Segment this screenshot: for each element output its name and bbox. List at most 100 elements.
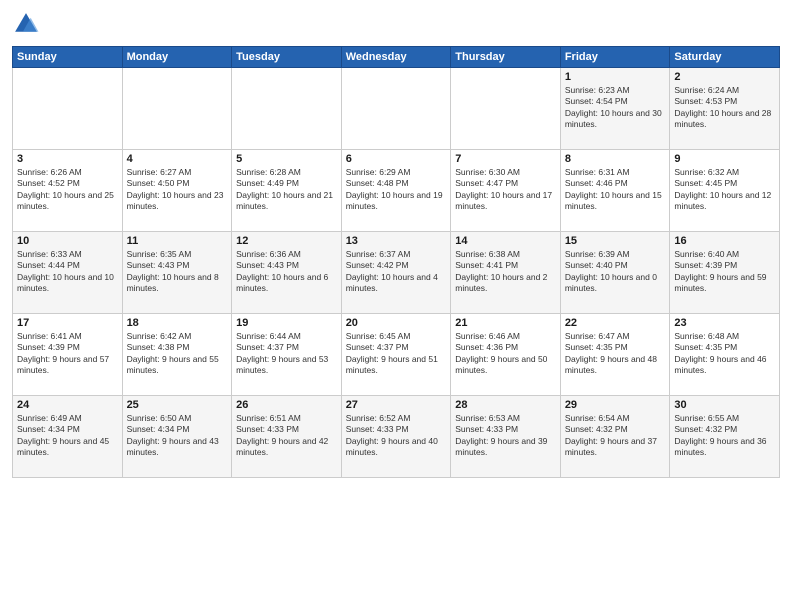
col-header-saturday: Saturday (670, 47, 780, 68)
day-info: Sunrise: 6:36 AM Sunset: 4:43 PM Dayligh… (236, 249, 337, 295)
day-cell: 20Sunrise: 6:45 AM Sunset: 4:37 PM Dayli… (341, 314, 451, 396)
col-header-tuesday: Tuesday (232, 47, 342, 68)
day-cell: 3 Sunrise: 6:26 AM Sunset: 4:52 PM Daylig… (13, 150, 123, 232)
day-info: Sunrise: 6:38 AM Sunset: 4:41 PM Dayligh… (455, 249, 556, 295)
day-cell (122, 68, 232, 150)
day-info: Sunrise: 6:26 AM Sunset: 4:52 PM Dayligh… (17, 167, 118, 213)
col-header-friday: Friday (560, 47, 670, 68)
col-header-monday: Monday (122, 47, 232, 68)
col-header-thursday: Thursday (451, 47, 561, 68)
day-info: Sunrise: 6:47 AM Sunset: 4:35 PM Dayligh… (565, 331, 666, 377)
week-row-4: 24 Sunrise: 6:49 AM Sunset: 4:34 PM Dayli… (13, 396, 780, 478)
day-info: Sunrise: 6:54 AM Sunset: 4:32 PM Dayligh… (565, 413, 666, 459)
day-cell: 6 Sunrise: 6:29 AM Sunset: 4:48 PM Daylig… (341, 150, 451, 232)
day-info: Sunrise: 6:37 AM Sunset: 4:42 PM Dayligh… (346, 249, 447, 295)
day-number: 9 (674, 153, 775, 165)
day-cell (13, 68, 123, 150)
day-info: Sunrise: 6:41 AM Sunset: 4:39 PM Dayligh… (17, 331, 118, 377)
logo-icon (12, 10, 40, 38)
day-number: 14 (455, 235, 556, 247)
day-cell: 18 Sunrise: 6:42 AM Sunset: 4:38 PM Dayli… (122, 314, 232, 396)
day-cell: 2Sunrise: 6:24 AM Sunset: 4:53 PM Daylig… (670, 68, 780, 150)
day-info: Sunrise: 6:35 AM Sunset: 4:43 PM Dayligh… (127, 249, 228, 295)
day-cell: 1 Sunrise: 6:23 AM Sunset: 4:54 PM Daylig… (560, 68, 670, 150)
day-number: 21 (455, 317, 556, 329)
day-info: Sunrise: 6:39 AM Sunset: 4:40 PM Dayligh… (565, 249, 666, 295)
day-number: 8 (565, 153, 666, 165)
day-cell: 26 Sunrise: 6:51 AM Sunset: 4:33 PM Dayli… (232, 396, 342, 478)
day-cell: 21 Sunrise: 6:46 AM Sunset: 4:36 PM Dayli… (451, 314, 561, 396)
logo (12, 10, 44, 38)
day-info: Sunrise: 6:42 AM Sunset: 4:38 PM Dayligh… (127, 331, 228, 377)
col-header-sunday: Sunday (13, 47, 123, 68)
day-info: Sunrise: 6:49 AM Sunset: 4:34 PM Dayligh… (17, 413, 118, 459)
day-cell: 29 Sunrise: 6:54 AM Sunset: 4:32 PM Dayli… (560, 396, 670, 478)
day-cell: 16Sunrise: 6:40 AM Sunset: 4:39 PM Dayli… (670, 232, 780, 314)
day-cell (232, 68, 342, 150)
week-row-2: 10 Sunrise: 6:33 AM Sunset: 4:44 PM Dayli… (13, 232, 780, 314)
day-info: Sunrise: 6:51 AM Sunset: 4:33 PM Dayligh… (236, 413, 337, 459)
day-number: 13 (346, 235, 447, 247)
day-number: 27 (346, 399, 447, 411)
day-info: Sunrise: 6:33 AM Sunset: 4:44 PM Dayligh… (17, 249, 118, 295)
day-number: 26 (236, 399, 337, 411)
day-cell: 7Sunrise: 6:30 AM Sunset: 4:47 PM Daylig… (451, 150, 561, 232)
day-number: 16 (674, 235, 775, 247)
day-cell: 15 Sunrise: 6:39 AM Sunset: 4:40 PM Dayli… (560, 232, 670, 314)
day-cell: 9 Sunrise: 6:32 AM Sunset: 4:45 PM Daylig… (670, 150, 780, 232)
day-number: 28 (455, 399, 556, 411)
day-cell: 4Sunrise: 6:27 AM Sunset: 4:50 PM Daylig… (122, 150, 232, 232)
day-number: 23 (674, 317, 775, 329)
day-number: 11 (127, 235, 228, 247)
page: SundayMondayTuesdayWednesdayThursdayFrid… (0, 0, 792, 612)
day-info: Sunrise: 6:30 AM Sunset: 4:47 PM Dayligh… (455, 167, 556, 213)
day-number: 15 (565, 235, 666, 247)
day-info: Sunrise: 6:32 AM Sunset: 4:45 PM Dayligh… (674, 167, 775, 213)
day-info: Sunrise: 6:46 AM Sunset: 4:36 PM Dayligh… (455, 331, 556, 377)
day-number: 18 (127, 317, 228, 329)
day-cell: 13 Sunrise: 6:37 AM Sunset: 4:42 PM Dayli… (341, 232, 451, 314)
day-info: Sunrise: 6:55 AM Sunset: 4:32 PM Dayligh… (674, 413, 775, 459)
day-info: Sunrise: 6:23 AM Sunset: 4:54 PM Dayligh… (565, 85, 666, 131)
day-info: Sunrise: 6:45 AM Sunset: 4:37 PM Dayligh… (346, 331, 447, 377)
day-cell: 8Sunrise: 6:31 AM Sunset: 4:46 PM Daylig… (560, 150, 670, 232)
week-row-1: 3 Sunrise: 6:26 AM Sunset: 4:52 PM Daylig… (13, 150, 780, 232)
day-cell: 28 Sunrise: 6:53 AM Sunset: 4:33 PM Dayli… (451, 396, 561, 478)
header-row: SundayMondayTuesdayWednesdayThursdayFrid… (13, 47, 780, 68)
day-number: 17 (17, 317, 118, 329)
day-number: 1 (565, 71, 666, 83)
day-info: Sunrise: 6:53 AM Sunset: 4:33 PM Dayligh… (455, 413, 556, 459)
day-cell: 19 Sunrise: 6:44 AM Sunset: 4:37 PM Dayli… (232, 314, 342, 396)
day-number: 19 (236, 317, 337, 329)
day-number: 6 (346, 153, 447, 165)
day-number: 30 (674, 399, 775, 411)
day-info: Sunrise: 6:29 AM Sunset: 4:48 PM Dayligh… (346, 167, 447, 213)
day-number: 29 (565, 399, 666, 411)
day-number: 2 (674, 71, 775, 83)
day-number: 24 (17, 399, 118, 411)
day-cell: 14 Sunrise: 6:38 AM Sunset: 4:41 PM Dayli… (451, 232, 561, 314)
day-info: Sunrise: 6:44 AM Sunset: 4:37 PM Dayligh… (236, 331, 337, 377)
day-cell: 5Sunrise: 6:28 AM Sunset: 4:49 PM Daylig… (232, 150, 342, 232)
week-row-0: 1 Sunrise: 6:23 AM Sunset: 4:54 PM Daylig… (13, 68, 780, 150)
day-number: 12 (236, 235, 337, 247)
calendar: SundayMondayTuesdayWednesdayThursdayFrid… (12, 46, 780, 478)
day-number: 4 (127, 153, 228, 165)
day-number: 3 (17, 153, 118, 165)
day-cell: 24 Sunrise: 6:49 AM Sunset: 4:34 PM Dayli… (13, 396, 123, 478)
day-number: 25 (127, 399, 228, 411)
header (12, 10, 780, 38)
day-cell: 22 Sunrise: 6:47 AM Sunset: 4:35 PM Dayli… (560, 314, 670, 396)
day-cell: 11 Sunrise: 6:35 AM Sunset: 4:43 PM Dayli… (122, 232, 232, 314)
day-number: 10 (17, 235, 118, 247)
day-info: Sunrise: 6:52 AM Sunset: 4:33 PM Dayligh… (346, 413, 447, 459)
day-info: Sunrise: 6:48 AM Sunset: 4:35 PM Dayligh… (674, 331, 775, 377)
day-number: 5 (236, 153, 337, 165)
day-number: 22 (565, 317, 666, 329)
day-cell: 27 Sunrise: 6:52 AM Sunset: 4:33 PM Dayli… (341, 396, 451, 478)
day-cell: 10 Sunrise: 6:33 AM Sunset: 4:44 PM Dayli… (13, 232, 123, 314)
day-cell: 23 Sunrise: 6:48 AM Sunset: 4:35 PM Dayli… (670, 314, 780, 396)
day-cell: 12 Sunrise: 6:36 AM Sunset: 4:43 PM Dayli… (232, 232, 342, 314)
day-cell (341, 68, 451, 150)
col-header-wednesday: Wednesday (341, 47, 451, 68)
